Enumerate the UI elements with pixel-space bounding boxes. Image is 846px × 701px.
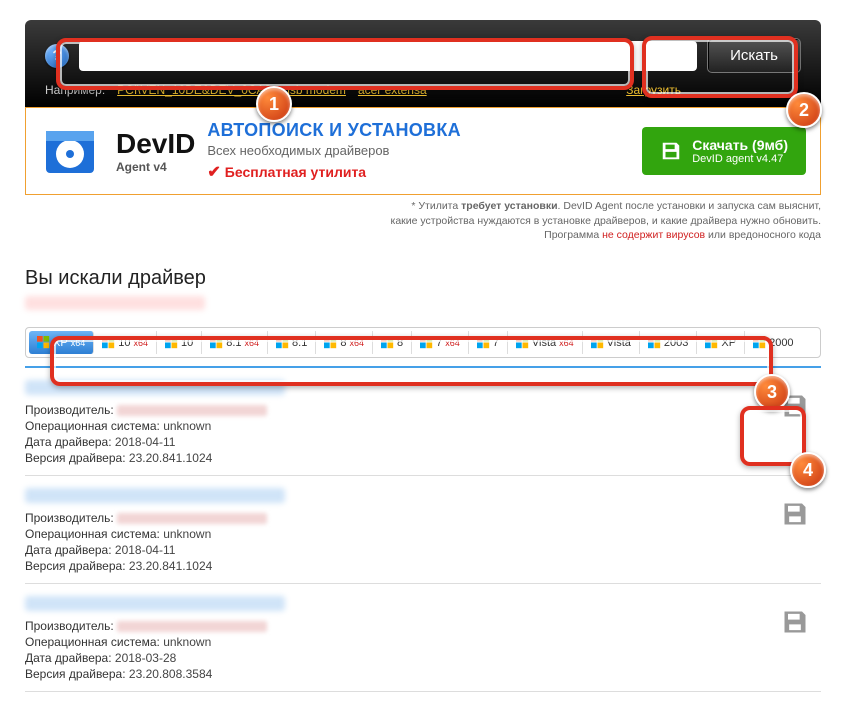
os-tab-8-x64[interactable]: 8x64	[316, 331, 373, 354]
os-tab-vista-x64[interactable]: Vistax64	[508, 331, 583, 354]
download-agent-button[interactable]: Скачать (9мб) DevID agent v4.47	[642, 127, 806, 175]
os-tab-10-x64[interactable]: 10x64	[94, 331, 157, 354]
example-row: Например: PCI\VEN_10DE&DEV_0CA3 usb mode…	[45, 83, 801, 97]
os-tab-7[interactable]: 7	[469, 331, 508, 354]
example-link-2[interactable]: usb modem	[283, 83, 346, 97]
os-tab-vista[interactable]: Vista	[583, 331, 640, 354]
check-icon: ✔	[207, 162, 220, 182]
example-label: Например:	[45, 83, 105, 97]
manufacturer-blurred	[117, 405, 267, 416]
os-tab-10[interactable]: 10	[157, 331, 202, 354]
os-tab-7-x64[interactable]: 7x64	[412, 331, 469, 354]
os-tab-2000[interactable]: 2000	[745, 331, 801, 354]
manufacturer-blurred	[117, 513, 267, 524]
promo-free: ✔Бесплатная утилита	[207, 162, 630, 182]
os-tabs: XPx6410x64108.1x648.18x6487x647Vistax64V…	[25, 327, 821, 358]
query-blurred	[25, 296, 205, 310]
manufacturer-blurred	[117, 621, 267, 632]
os-tab-xp[interactable]: XP	[697, 331, 745, 354]
download-label: Скачать (9мб)	[692, 137, 788, 153]
download-driver-button[interactable]	[781, 500, 811, 530]
logo-text: DevID	[116, 128, 195, 160]
example-link-1[interactable]: PCI\VEN_10DE&DEV_0CA3	[117, 83, 271, 97]
os-tab-8[interactable]: 8	[373, 331, 412, 354]
os-tab-xp-x64[interactable]: XPx64	[29, 331, 94, 354]
logo-sub: Agent v4	[116, 160, 195, 174]
upload-link[interactable]: Загрузить	[626, 83, 681, 97]
search-input[interactable]	[79, 41, 697, 71]
result-item: Производитель: Операционная система: unk…	[25, 368, 821, 476]
promo-banner: DevID Agent v4 АВТОПОИСК И УСТАНОВКА Все…	[25, 107, 821, 195]
box-icon	[40, 121, 100, 181]
help-icon[interactable]: ?	[45, 44, 69, 68]
result-item: Производитель: Операционная система: unk…	[25, 584, 821, 692]
result-title-blurred	[25, 596, 285, 611]
floppy-icon	[660, 140, 682, 162]
disclaimer: * Утилита требует установки. DevID Agent…	[25, 199, 821, 243]
promo-headline: АВТОПОИСК И УСТАНОВКА	[207, 120, 630, 141]
example-link-3[interactable]: acer extensa	[358, 83, 427, 97]
download-driver-button[interactable]	[781, 608, 811, 638]
os-tab-8.1[interactable]: 8.1	[268, 331, 316, 354]
result-item: Производитель: Операционная система: unk…	[25, 476, 821, 584]
download-driver-button[interactable]	[781, 392, 811, 422]
os-tab-2003[interactable]: 2003	[640, 331, 697, 354]
header-bar: ? Искать Например: PCI\VEN_10DE&DEV_0CA3…	[25, 20, 821, 107]
os-tab-8.1-x64[interactable]: 8.1x64	[202, 331, 268, 354]
promo-title: DevID Agent v4	[116, 128, 195, 174]
search-button[interactable]: Искать	[707, 38, 801, 73]
page-title: Вы искали драйвер	[25, 267, 821, 290]
result-title-blurred	[25, 380, 285, 395]
download-sub: DevID agent v4.47	[692, 153, 788, 165]
result-title-blurred	[25, 488, 285, 503]
promo-subline: Всех необходимых драйверов	[207, 143, 630, 158]
